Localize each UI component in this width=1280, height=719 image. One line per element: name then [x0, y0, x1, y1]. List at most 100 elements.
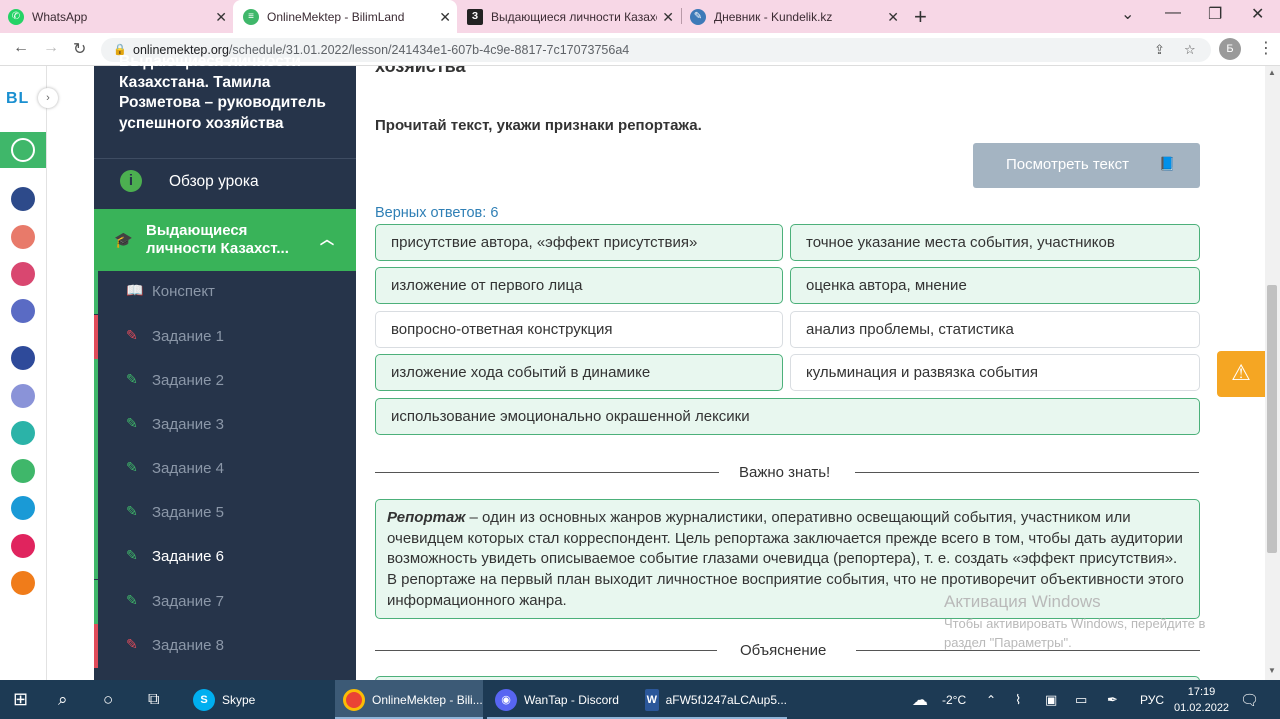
tab-onlinemektep[interactable]: ≡ OnlineMektep - BilimLand ✕ [233, 0, 457, 33]
sidebar-item-task-7[interactable]: ✎ Задание 7 [94, 580, 356, 624]
chevron-right-icon[interactable]: › [38, 88, 58, 108]
tab-search-icon[interactable]: ⌄ [1121, 4, 1134, 24]
minimize-icon[interactable]: — [1165, 4, 1181, 22]
warning-icon[interactable]: ⚠ [1217, 351, 1265, 397]
clock-time: 17:19 [1187, 686, 1216, 698]
maximize-icon[interactable]: ❐ [1208, 4, 1222, 24]
chevron-up-icon[interactable]: ︿ [320, 229, 334, 249]
windows-start-icon[interactable]: ⊞ [13, 680, 28, 719]
tab-title: Выдающиеся личности Казахст [491, 9, 657, 24]
tab-kundelik[interactable]: ✎ Дневник - Kundelik.kz ✕ [690, 0, 905, 33]
divider-line [375, 472, 719, 473]
twig-app-icon[interactable] [11, 534, 35, 558]
tab-whatsapp[interactable]: ✆ WhatsApp ✕ [8, 0, 233, 33]
taskbar-app-skype[interactable]: S Skype [185, 680, 331, 719]
wifi-icon[interactable]: ⌇ [1015, 680, 1021, 719]
answer-option[interactable]: анализ проблемы, статистика [790, 311, 1200, 348]
sidebar-item-label: Задание 8 [152, 637, 225, 654]
sidebar-section-active[interactable]: 🎓 Выдающиеся личности Казахст... ︿ [94, 209, 356, 271]
sidebar-item-task-4[interactable]: ✎ Задание 4 [94, 447, 356, 491]
answer-option[interactable]: вопросно-ответная конструкция [375, 311, 783, 348]
status-bar [94, 315, 98, 359]
close-icon[interactable]: ✕ [887, 9, 899, 26]
sidebar-item-task-6[interactable]: ✎ Задание 6 [94, 535, 356, 579]
menu-dots-icon[interactable]: ⋮ [1258, 38, 1274, 58]
view-text-button[interactable]: Посмотреть текст 📘 [973, 143, 1200, 188]
sidebar-item-label: Конспект [152, 283, 215, 300]
forward-icon[interactable]: → [43, 39, 59, 57]
weather-cloud-icon[interactable]: ☁ [912, 680, 928, 719]
bilim-mektep-app-icon[interactable] [11, 571, 35, 595]
profile-avatar[interactable]: Б [1219, 38, 1241, 60]
taskbar-app-discord[interactable]: ◉ WanTap - Discord [487, 680, 637, 719]
close-icon[interactable]: ✕ [215, 9, 227, 26]
search-icon[interactable]: ⌕ [58, 680, 68, 719]
cortana-icon[interactable]: ○ [103, 680, 113, 719]
sidebar-item-task-5[interactable]: ✎ Задание 5 [94, 491, 356, 535]
scroll-up-icon[interactable]: ▲ [1268, 68, 1276, 77]
taskbar-app-chrome[interactable]: OnlineMektep - Bili... [335, 680, 483, 719]
important-heading: Важно знать! [739, 464, 831, 481]
answer-option[interactable]: изложение хода событий в динамике [375, 354, 783, 391]
sidebar-item-konspekt[interactable]: 📖 Конспект [94, 270, 356, 314]
window-close-icon[interactable]: ✕ [1251, 4, 1264, 24]
tab-quizlet[interactable]: З Выдающиеся личности Казахст ✕ [467, 0, 680, 33]
bilimland-logo[interactable]: BL [6, 90, 29, 108]
watermark-title: Активация Windows [944, 592, 1101, 611]
sidebar-item-task-3[interactable]: ✎ Задание 3 [94, 403, 356, 447]
scroll-down-icon[interactable]: ▼ [1268, 666, 1276, 675]
back-icon[interactable]: ← [13, 39, 29, 57]
battery-icon[interactable]: ▭ [1075, 680, 1087, 719]
page-scrollbar[interactable]: ▲ ▼ [1265, 66, 1280, 680]
system-clock[interactable]: 17:19 01.02.2022 [1174, 684, 1229, 716]
bilim-land-app-icon[interactable] [11, 459, 35, 483]
device-icon[interactable]: ▣ [1045, 680, 1057, 719]
notifications-icon[interactable]: 🗨 [1240, 680, 1259, 719]
lesson-sidebar: Выдающиеся личности Казахстана. Тамила Р… [94, 53, 356, 680]
bilim-test-app-icon[interactable] [11, 496, 35, 520]
edit-icon: ✎ [126, 459, 138, 475]
book-icon: 📖 [126, 282, 144, 298]
language-indicator[interactable]: РУС [1140, 680, 1164, 719]
temperature[interactable]: -2°C [942, 680, 966, 719]
bilim-connect-app-icon[interactable] [11, 421, 35, 445]
share-icon[interactable]: ⇪ [1154, 42, 1165, 58]
answer-option[interactable]: точное указание места события, участнико… [790, 224, 1200, 261]
sidebar-item-task-1[interactable]: ✎ Задание 1 [94, 315, 356, 359]
bilim-study-app-icon[interactable] [11, 299, 35, 323]
bilim-class-app-icon[interactable] [11, 225, 35, 249]
sidebar-item-task-8[interactable]: ✎ Задание 8 [94, 624, 356, 668]
smart-nation-app-icon[interactable] [11, 346, 35, 370]
new-tab-icon[interactable]: + [914, 4, 927, 30]
skype-icon: S [193, 688, 215, 711]
browser-tab-strip: ✆ WhatsApp ✕ ≡ OnlineMektep - BilimLand … [0, 0, 1280, 33]
pen-icon[interactable]: ✒ [1107, 680, 1118, 719]
answer-option[interactable]: использование эмоционально окрашенной ле… [375, 398, 1200, 435]
windows-activation-watermark: Активация Windows Чтобы активировать Win… [944, 592, 1234, 652]
answer-option[interactable]: оценка автора, мнение [790, 267, 1200, 304]
bookmark-star-icon[interactable]: ☆ [1184, 42, 1196, 58]
taskbar-app-word[interactable]: W aFW5fJ247aLCAup5... [637, 680, 787, 719]
bilim-media-app-icon[interactable] [11, 187, 35, 211]
close-icon[interactable]: ✕ [662, 9, 674, 26]
bilim-shop-app-icon[interactable] [11, 262, 35, 286]
edit-icon: ✎ [126, 547, 138, 563]
sidebar-item-overview[interactable]: i Обзор урока [94, 160, 356, 204]
chevron-up-icon[interactable]: ⌃ [986, 680, 996, 719]
status-bar [94, 491, 98, 535]
edit-icon: ✎ [126, 503, 138, 519]
bilim-docs-app-icon[interactable] [11, 384, 35, 408]
close-icon[interactable]: ✕ [439, 9, 451, 26]
section-title: хозяйства [375, 66, 466, 76]
answer-option[interactable]: изложение от первого лица [375, 267, 783, 304]
scrollbar-thumb[interactable] [1267, 285, 1277, 553]
answer-option[interactable]: присутствие автора, «эффект присутствия» [375, 224, 783, 261]
status-bar [94, 270, 98, 314]
answer-option[interactable]: кульминация и развязка события [790, 354, 1200, 391]
online-mektep-app-icon[interactable] [11, 138, 35, 162]
task-view-icon[interactable]: ⧉ [148, 680, 159, 719]
sidebar-item-task-2[interactable]: ✎ Задание 2 [94, 359, 356, 403]
status-bar [94, 580, 98, 624]
kundelik-icon: ✎ [690, 8, 706, 25]
reload-icon[interactable]: ↻ [73, 39, 86, 59]
